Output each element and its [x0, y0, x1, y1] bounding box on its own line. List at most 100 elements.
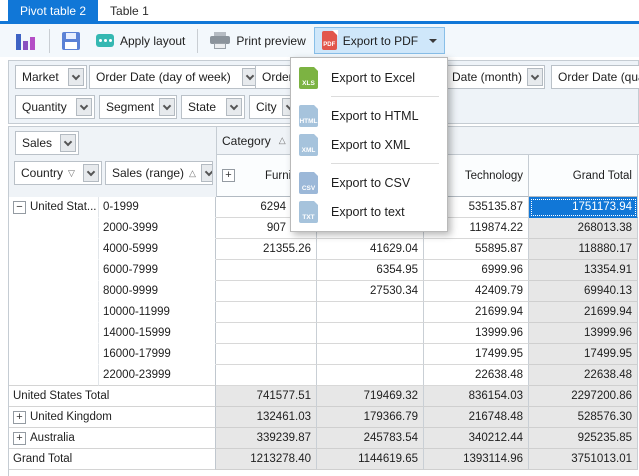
tab-pivot-table-2[interactable]: Pivot table 2: [8, 0, 98, 21]
field-dropdown-button[interactable]: [527, 68, 543, 86]
row-header-country[interactable]: [9, 344, 99, 365]
row-header-range[interactable]: 4000-5999: [99, 239, 216, 260]
field-chip-order-date-day-of-week[interactable]: Order Date (day of week): [89, 65, 261, 89]
row-header-country[interactable]: [9, 239, 99, 260]
row-header-range[interactable]: 8000-9999: [99, 281, 216, 302]
selected-cell[interactable]: 1751173.94: [529, 197, 638, 218]
menu-item-export-to-excel[interactable]: XLSExport to Excel: [291, 63, 447, 92]
value-cell[interactable]: 1213278.40: [216, 449, 317, 470]
value-cell[interactable]: [216, 365, 317, 386]
field-dropdown-button[interactable]: [159, 98, 175, 116]
value-cell[interactable]: 13999.96: [529, 323, 638, 344]
row-header-range[interactable]: 14000-15999: [99, 323, 216, 344]
row-header-range[interactable]: 2000-3999: [99, 218, 216, 239]
row-header-grand-total[interactable]: Grand Total: [9, 449, 216, 470]
menu-item-export-to-text[interactable]: TXTExport to text: [291, 197, 447, 226]
row-header-range[interactable]: 10000-11999: [99, 302, 216, 323]
menu-item-export-to-csv[interactable]: CSVExport to CSV: [291, 168, 447, 197]
expand-icon[interactable]: +: [13, 411, 26, 424]
row-header-country[interactable]: [9, 260, 99, 281]
row-header-country[interactable]: [9, 302, 99, 323]
value-cell[interactable]: [216, 281, 317, 302]
value-cell[interactable]: 836154.03: [424, 386, 529, 407]
field-chip-sales[interactable]: Sales: [15, 131, 79, 155]
row-header-country[interactable]: [9, 218, 99, 239]
row-header-range[interactable]: 22000-23999: [99, 365, 216, 386]
row-header-range[interactable]: 0-1999: [99, 197, 216, 218]
expand-icon[interactable]: +: [222, 169, 235, 182]
collapse-icon[interactable]: −: [13, 201, 26, 214]
value-cell[interactable]: 13999.96: [424, 323, 529, 344]
row-header-united-kingdom[interactable]: +United Kingdom: [9, 407, 216, 428]
row-header-country[interactable]: [9, 365, 99, 386]
field-dropdown-button[interactable]: [68, 68, 84, 86]
field-dropdown-button[interactable]: [226, 98, 242, 116]
field-chip-quantity[interactable]: Quantity: [15, 95, 95, 119]
value-cell[interactable]: [317, 323, 424, 344]
expand-icon[interactable]: +: [13, 432, 26, 445]
field-dropdown-button[interactable]: [76, 98, 92, 116]
value-cell[interactable]: 741577.51: [216, 386, 317, 407]
value-cell[interactable]: 132461.03: [216, 407, 317, 428]
value-cell[interactable]: 245783.54: [317, 428, 424, 449]
value-cell[interactable]: 22638.48: [424, 365, 529, 386]
field-dropdown-button[interactable]: [83, 164, 99, 182]
field-chip-market[interactable]: Market: [15, 65, 87, 89]
value-cell[interactable]: 216748.48: [424, 407, 529, 428]
field-dropdown-button[interactable]: [201, 164, 213, 182]
value-cell[interactable]: 27530.34: [317, 281, 424, 302]
value-cell[interactable]: 55895.87: [424, 239, 529, 260]
value-cell[interactable]: 340212.44: [424, 428, 529, 449]
row-header-country[interactable]: −United Stat...: [9, 197, 99, 218]
value-cell[interactable]: 179366.79: [317, 407, 424, 428]
value-cell[interactable]: 17499.95: [529, 344, 638, 365]
value-cell[interactable]: 268013.38: [529, 218, 638, 239]
row-header-range[interactable]: 16000-17999: [99, 344, 216, 365]
value-cell[interactable]: 339239.87: [216, 428, 317, 449]
value-cell[interactable]: 925235.85: [529, 428, 638, 449]
apply-layout-button[interactable]: Apply layout: [88, 27, 193, 54]
value-cell[interactable]: 3751013.01: [529, 449, 638, 470]
value-cell[interactable]: [317, 344, 424, 365]
row-header-range[interactable]: 6000-7999: [99, 260, 216, 281]
value-cell[interactable]: [216, 344, 317, 365]
value-cell[interactable]: 6999.96: [424, 260, 529, 281]
field-chip-segment[interactable]: Segment: [99, 95, 177, 119]
value-cell[interactable]: 69940.13: [529, 281, 638, 302]
value-cell[interactable]: 1393114.96: [424, 449, 529, 470]
value-cell[interactable]: [216, 302, 317, 323]
value-cell[interactable]: 6354.95: [317, 260, 424, 281]
field-chip-date-month[interactable]: Date (month): [445, 65, 545, 89]
row-header-united-states-total[interactable]: United States Total: [9, 386, 216, 407]
value-cell[interactable]: 21699.94: [529, 302, 638, 323]
field-chip-order-date-qua[interactable]: Order Date (qua: [551, 65, 639, 89]
row-header-country[interactable]: [9, 281, 99, 302]
value-cell[interactable]: 2297200.86: [529, 386, 638, 407]
value-cell[interactable]: 719469.32: [317, 386, 424, 407]
value-cell[interactable]: 42409.79: [424, 281, 529, 302]
value-cell[interactable]: [317, 365, 424, 386]
row-header-australia[interactable]: +Australia: [9, 428, 216, 449]
value-cell[interactable]: [216, 323, 317, 344]
value-cell[interactable]: [317, 302, 424, 323]
value-cell[interactable]: 22638.48: [529, 365, 638, 386]
value-cell[interactable]: 17499.95: [424, 344, 529, 365]
save-button[interactable]: [54, 27, 88, 54]
value-cell[interactable]: 118880.17: [529, 239, 638, 260]
chart-button[interactable]: [8, 27, 45, 54]
field-chip-country[interactable]: Country▽: [14, 161, 102, 185]
value-cell[interactable]: 1144619.65: [317, 449, 424, 470]
value-cell[interactable]: [216, 260, 317, 281]
field-chip-state[interactable]: State: [181, 95, 245, 119]
print-preview-button[interactable]: Print preview: [202, 27, 313, 54]
value-cell[interactable]: 13354.91: [529, 260, 638, 281]
field-dropdown-button[interactable]: [60, 134, 76, 152]
field-chip-sales-range[interactable]: Sales (range)△: [105, 161, 213, 185]
menu-item-export-to-xml[interactable]: XMLExport to XML: [291, 130, 447, 159]
value-cell[interactable]: 21355.26: [216, 239, 317, 260]
value-cell[interactable]: 528576.30: [529, 407, 638, 428]
value-cell[interactable]: 21699.94: [424, 302, 529, 323]
row-header-country[interactable]: [9, 323, 99, 344]
tab-table-1[interactable]: Table 1: [98, 0, 161, 21]
menu-item-export-to-html[interactable]: HTMLExport to HTML: [291, 101, 447, 130]
